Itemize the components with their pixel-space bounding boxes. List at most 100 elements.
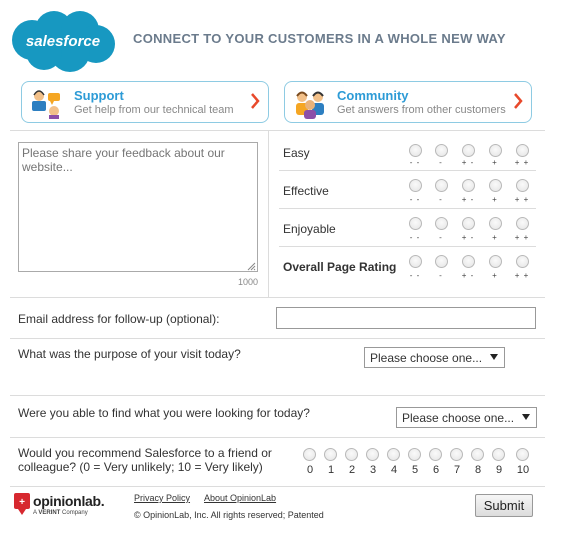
chevron-right-icon bbox=[514, 93, 523, 109]
divider bbox=[10, 486, 545, 487]
scale-label: + bbox=[492, 233, 498, 242]
email-field[interactable] bbox=[276, 307, 536, 329]
divider bbox=[10, 395, 545, 396]
about-opinionlab-link[interactable]: About OpinionLab bbox=[204, 493, 276, 503]
nps-radio[interactable] bbox=[429, 448, 442, 461]
recommend-label-line1: Would you recommend Salesforce to a frie… bbox=[18, 446, 272, 460]
purpose-select[interactable]: Please choose one... bbox=[364, 347, 505, 368]
nps-number: 7 bbox=[453, 464, 461, 476]
nps-radio[interactable] bbox=[387, 448, 400, 461]
nps-number: 1 bbox=[327, 464, 335, 476]
rating-label: Overall Page Rating bbox=[283, 260, 397, 274]
rating-radio[interactable] bbox=[435, 179, 448, 192]
rating-radio[interactable] bbox=[516, 179, 529, 192]
nps-number: 0 bbox=[306, 464, 314, 476]
nps-number: 10 bbox=[516, 464, 530, 476]
nps-radio[interactable] bbox=[366, 448, 379, 461]
scale-label: + + bbox=[514, 158, 530, 167]
tagline: CONNECT TO YOUR CUSTOMERS IN A WHOLE NEW… bbox=[133, 31, 506, 46]
nps-radio[interactable] bbox=[303, 448, 316, 461]
logo-text: salesforce bbox=[26, 33, 100, 50]
rating-radio[interactable] bbox=[516, 217, 529, 230]
feedback-textarea[interactable] bbox=[18, 142, 258, 272]
nps-radio[interactable] bbox=[516, 448, 529, 461]
purpose-label: What was the purpose of your visit today… bbox=[18, 347, 241, 361]
community-people-icon bbox=[296, 91, 324, 119]
rating-radio[interactable] bbox=[462, 144, 475, 157]
rating-radio[interactable] bbox=[462, 217, 475, 230]
scale-label: + - bbox=[461, 233, 475, 242]
scale-label: + - bbox=[461, 158, 475, 167]
divider bbox=[10, 437, 545, 438]
rating-radio[interactable] bbox=[489, 255, 502, 268]
rating-label: Easy bbox=[283, 146, 310, 160]
find-select[interactable]: Please choose one... bbox=[396, 407, 537, 428]
nps-radio[interactable] bbox=[345, 448, 358, 461]
divider bbox=[10, 297, 545, 298]
divider bbox=[279, 246, 536, 247]
support-subtitle: Get help from our technical team bbox=[74, 104, 234, 116]
email-label: Email address for follow-up (optional): bbox=[18, 312, 220, 326]
nps-number: 3 bbox=[369, 464, 377, 476]
scale-label: - - bbox=[409, 233, 421, 242]
rating-label: Enjoyable bbox=[283, 222, 336, 236]
rating-radio[interactable] bbox=[489, 144, 502, 157]
opinionlab-logo-icon: + bbox=[14, 493, 30, 515]
scale-label: + + bbox=[514, 195, 530, 204]
rating-radio[interactable] bbox=[409, 144, 422, 157]
scale-label: - - bbox=[409, 271, 421, 280]
scale-label: + - bbox=[461, 271, 475, 280]
copyright-text: © OpinionLab, Inc. All rights reserved; … bbox=[134, 510, 324, 520]
nps-number: 6 bbox=[432, 464, 440, 476]
rating-radio[interactable] bbox=[409, 255, 422, 268]
rating-radio[interactable] bbox=[489, 217, 502, 230]
recommend-label-line2: colleague? (0 = Very unlikely; 10 = Very… bbox=[18, 460, 263, 474]
resize-grip-icon[interactable] bbox=[247, 262, 256, 271]
scale-label: + + bbox=[514, 271, 530, 280]
scale-label: - bbox=[439, 158, 443, 167]
scale-label: + bbox=[492, 158, 498, 167]
header: salesforce CONNECT TO YOUR CUSTOMERS IN … bbox=[0, 0, 566, 80]
rating-radio[interactable] bbox=[435, 217, 448, 230]
nps-radio[interactable] bbox=[471, 448, 484, 461]
scale-label: + - bbox=[461, 195, 475, 204]
scale-label: - - bbox=[409, 195, 421, 204]
nps-number: 5 bbox=[411, 464, 419, 476]
scale-label: - bbox=[439, 195, 443, 204]
nps-radio[interactable] bbox=[324, 448, 337, 461]
rating-radio[interactable] bbox=[435, 144, 448, 157]
nps-radio[interactable] bbox=[450, 448, 463, 461]
support-title: Support bbox=[74, 88, 124, 103]
rating-radio[interactable] bbox=[462, 179, 475, 192]
support-agent-icon bbox=[32, 90, 60, 119]
nps-number: 4 bbox=[390, 464, 398, 476]
rating-radio[interactable] bbox=[462, 255, 475, 268]
purpose-selected-value: Please choose one... bbox=[370, 351, 483, 365]
privacy-policy-link[interactable]: Privacy Policy bbox=[134, 493, 190, 503]
char-count: 1000 bbox=[237, 277, 258, 287]
divider bbox=[268, 131, 269, 297]
opinionlab-subbrand: A VERINT Company bbox=[33, 510, 88, 516]
rating-radio[interactable] bbox=[516, 255, 529, 268]
support-card[interactable]: Support Get help from our technical team bbox=[21, 81, 269, 123]
salesforce-logo: salesforce bbox=[12, 11, 115, 72]
caret-down-icon bbox=[490, 354, 498, 360]
rating-radio[interactable] bbox=[516, 144, 529, 157]
scale-label: - bbox=[439, 233, 443, 242]
divider bbox=[10, 338, 545, 339]
community-card[interactable]: Community Get answers from other custome… bbox=[284, 81, 532, 123]
submit-button[interactable]: Submit bbox=[475, 494, 533, 517]
community-title: Community bbox=[337, 88, 409, 103]
rating-radio[interactable] bbox=[435, 255, 448, 268]
divider bbox=[10, 130, 545, 131]
scale-label: + + bbox=[514, 233, 530, 242]
nps-number: 2 bbox=[348, 464, 356, 476]
scale-label: - - bbox=[409, 158, 421, 167]
nps-number: 9 bbox=[495, 464, 503, 476]
nps-radio[interactable] bbox=[492, 448, 505, 461]
opinionlab-brand: opinionlab. bbox=[33, 493, 105, 509]
rating-radio[interactable] bbox=[489, 179, 502, 192]
nps-radio[interactable] bbox=[408, 448, 421, 461]
rating-radio[interactable] bbox=[409, 217, 422, 230]
rating-radio[interactable] bbox=[409, 179, 422, 192]
